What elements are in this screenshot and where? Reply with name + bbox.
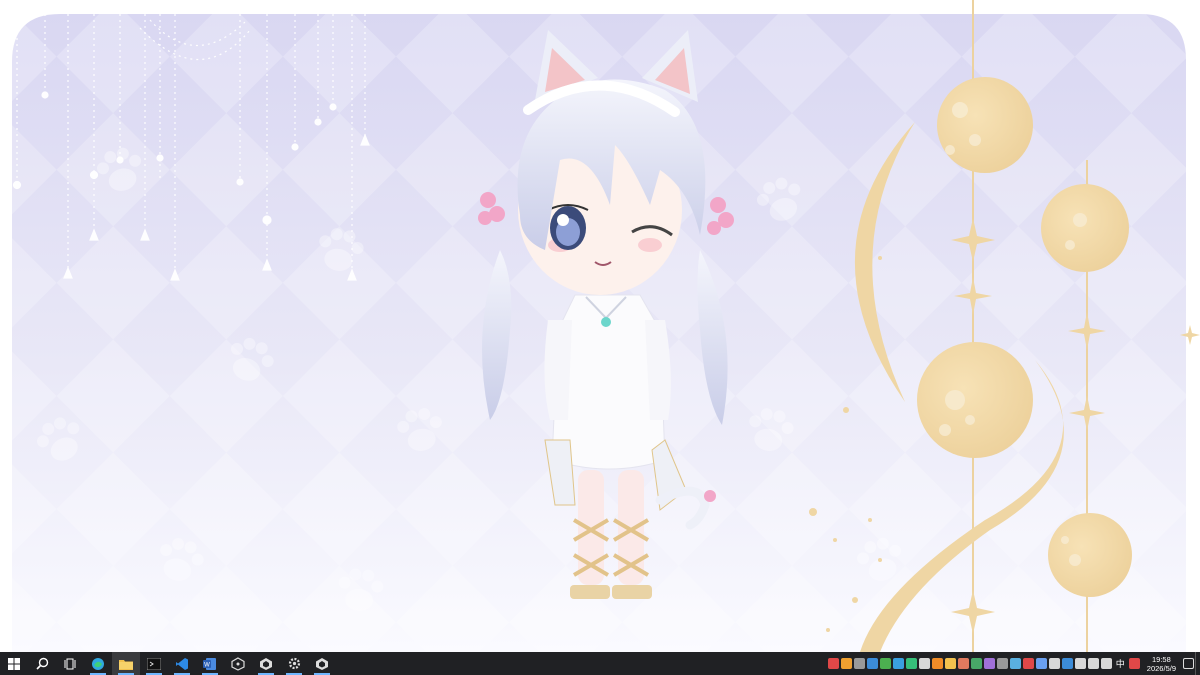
- tray-app-icon[interactable]: [866, 658, 878, 669]
- tray-app-icon[interactable]: [1022, 658, 1034, 669]
- terminal-app[interactable]: [140, 652, 168, 675]
- folder-icon: [119, 659, 133, 670]
- tray-app-icon[interactable]: [1061, 658, 1073, 669]
- tray-app-icon[interactable]: [931, 658, 943, 669]
- vscode-app[interactable]: [168, 652, 196, 675]
- edge-app[interactable]: [84, 652, 112, 675]
- start-button[interactable]: [0, 652, 28, 675]
- windows-logo-icon: [8, 657, 20, 670]
- unity-hub-app[interactable]: [224, 652, 252, 675]
- gear-icon: [288, 657, 300, 670]
- unity-icon: [260, 657, 272, 670]
- clock-time: 19:58: [1152, 654, 1171, 664]
- tray-app-icon[interactable]: [957, 658, 969, 669]
- tray-app-icon[interactable]: [827, 658, 839, 669]
- word-app[interactable]: W: [196, 652, 224, 675]
- task-view-icon: [64, 658, 76, 669]
- tray-app-icon[interactable]: [879, 658, 891, 669]
- tray-app-icon[interactable]: [918, 658, 930, 669]
- show-desktop-button[interactable]: [1195, 652, 1200, 675]
- tray-app-icon[interactable]: [1087, 658, 1099, 669]
- tray-app-icon[interactable]: [840, 658, 852, 669]
- unity-editor-app[interactable]: [308, 652, 336, 675]
- tray-app-icon[interactable]: [1009, 658, 1021, 669]
- task-view-button[interactable]: [56, 652, 84, 675]
- tray-app-icon[interactable]: [892, 658, 904, 669]
- unity-app[interactable]: [252, 652, 280, 675]
- vscode-icon: [176, 657, 188, 670]
- unity-icon: [316, 657, 328, 670]
- search-button[interactable]: [28, 652, 56, 675]
- svg-text:W: W: [204, 662, 210, 668]
- desktop[interactable]: [0, 0, 1200, 652]
- ime-indicator[interactable]: 中: [1113, 657, 1128, 670]
- tray-app-icon[interactable]: [853, 658, 865, 669]
- settings-app[interactable]: [280, 652, 308, 675]
- cube-icon: [231, 656, 245, 671]
- clock-date: 2026/5/9: [1146, 663, 1176, 673]
- tray-app-icon[interactable]: [944, 658, 956, 669]
- tray-app-icon[interactable]: [1100, 658, 1112, 669]
- terminal-icon: [147, 657, 161, 670]
- notification-icon[interactable]: [1183, 658, 1194, 669]
- edge-icon: [92, 657, 104, 670]
- file-explorer-app[interactable]: [112, 652, 140, 675]
- search-icon: [35, 657, 48, 670]
- tray-icons: [827, 658, 1113, 669]
- tray-app-icon[interactable]: [996, 658, 1008, 669]
- tray-app-icon[interactable]: [1074, 658, 1086, 669]
- tray-app-icon[interactable]: [970, 658, 982, 669]
- tray-app-icon[interactable]: [1035, 658, 1047, 669]
- wallpaper: [0, 0, 1200, 652]
- taskbar: W 中 19:58 2026/5/9: [0, 652, 1200, 675]
- sogou-icon[interactable]: [1128, 658, 1140, 669]
- word-icon: W: [203, 657, 216, 670]
- tray-app-icon[interactable]: [983, 658, 995, 669]
- system-tray: 中 19:58 2026/5/9: [827, 652, 1200, 675]
- clock[interactable]: 19:58 2026/5/9: [1141, 655, 1182, 673]
- tray-app-icon[interactable]: [905, 658, 917, 669]
- tray-app-icon[interactable]: [1048, 658, 1060, 669]
